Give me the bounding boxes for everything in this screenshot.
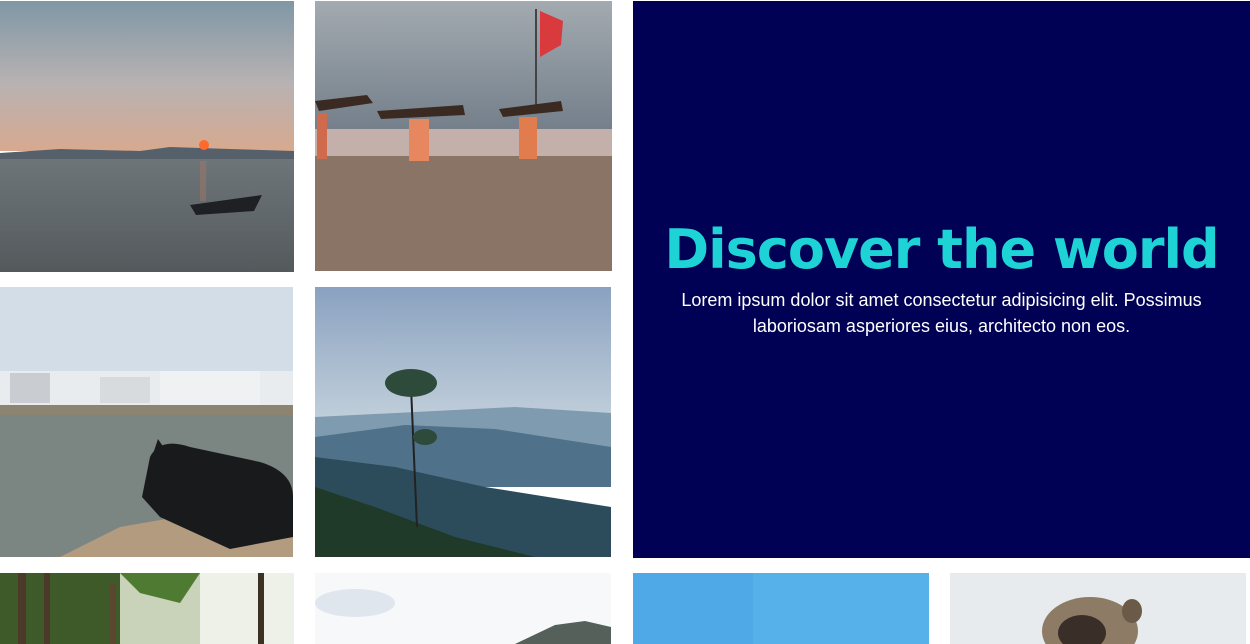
blue-wall-image xyxy=(633,573,929,644)
bright-sky-image xyxy=(315,573,611,644)
gallery-photo-monkey[interactable] xyxy=(950,573,1246,644)
lake-cow-image xyxy=(0,287,293,557)
sunset-lake-image xyxy=(0,1,294,272)
gallery-photo-palms[interactable] xyxy=(0,573,294,644)
photo-gallery: Discover the world Lorem ipsum dolor sit… xyxy=(0,0,1250,644)
monkey-image xyxy=(950,573,1246,644)
beach-image xyxy=(315,1,612,271)
palms-image xyxy=(0,573,294,644)
gallery-photo-sunset-lake[interactable] xyxy=(0,1,294,272)
gallery-photo-beach[interactable] xyxy=(315,1,612,271)
gallery-photo-bright-sky[interactable] xyxy=(315,573,611,644)
hero-panel: Discover the world Lorem ipsum dolor sit… xyxy=(633,1,1250,558)
hero-title: Discover the world xyxy=(664,217,1219,281)
misty-hills-image xyxy=(315,287,611,557)
gallery-photo-lake-cow[interactable] xyxy=(0,287,293,557)
gallery-photo-misty-hills[interactable] xyxy=(315,287,611,557)
gallery-photo-blue-wall[interactable] xyxy=(633,573,929,644)
hero-description: Lorem ipsum dolor sit amet consectetur a… xyxy=(681,290,1202,337)
